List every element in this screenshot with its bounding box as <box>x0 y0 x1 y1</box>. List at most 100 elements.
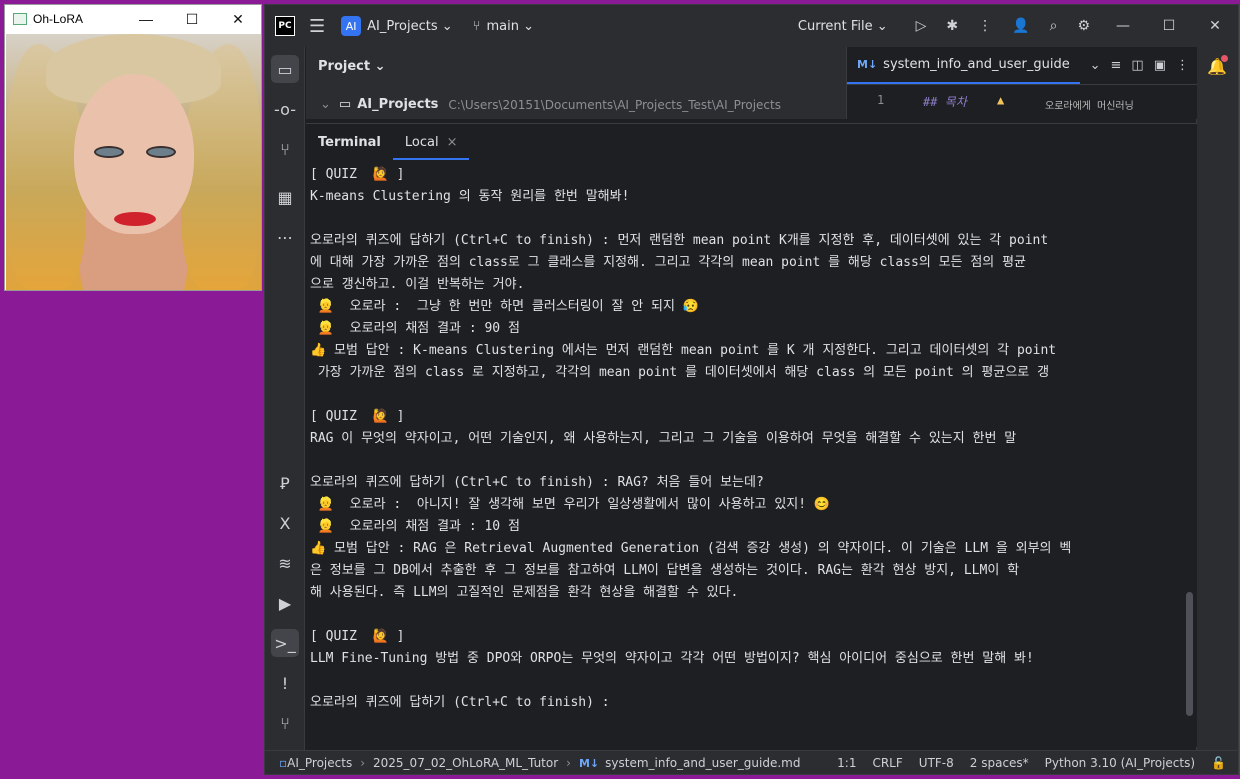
settings-gear-icon[interactable]: ⚙ <box>1077 18 1090 34</box>
branch-selector[interactable]: main ⌄ <box>486 19 534 34</box>
project-selector[interactable]: AI_Projects ⌄ <box>367 19 453 34</box>
preview-icon[interactable]: ▣ <box>1154 58 1166 73</box>
main-menu-icon[interactable]: ☰ <box>309 16 325 37</box>
line-code: ## 목차 <box>923 95 967 109</box>
terminal-line: K-means Clustering 의 동작 원리를 한번 말해봐! <box>310 189 630 204</box>
layers-icon[interactable]: ≋ <box>271 549 299 577</box>
ide-minimize-button[interactable]: — <box>1100 18 1146 34</box>
folder-icon: ▭ <box>338 97 352 112</box>
preview-text: 오로라에게 머신러닝 <box>1045 101 1134 112</box>
terminal-line: [ QUIZ 🙋 ] <box>310 167 405 182</box>
editor-panel: M↓ system_info_and_user_guide ⌄ ≡ ◫ ▣ ⋮ … <box>846 47 1197 119</box>
caret-position[interactable]: 1:1 <box>837 756 856 770</box>
main-toolbar: PC ☰ AI AI_Projects ⌄ ⑂ main ⌄ Current F… <box>265 5 1238 47</box>
project-folder-icon[interactable]: ▭ <box>271 55 299 83</box>
warning-icon[interactable]: ▲ <box>997 93 1004 107</box>
breadcrumb-folder[interactable]: 2025_07_02_OhLoRA_ML_Tutor <box>373 756 558 770</box>
terminal-icon[interactable]: >_ <box>271 629 299 657</box>
chevron-down-icon[interactable]: ⌄ <box>320 97 331 112</box>
git-branch-icon: ⑂ <box>472 18 481 34</box>
terminal-line: 👱 오로라의 채점 결과 : 90 점 <box>310 321 520 336</box>
portrait-image <box>6 34 261 290</box>
terminal-line: LLM Fine-Tuning 방법 중 DPO와 ORPO는 무엇의 약자이고… <box>310 651 1034 666</box>
editor-tab-label: system_info_and_user_guide <box>883 57 1070 72</box>
terminal-line: RAG 이 무엇의 약자이고, 어떤 기술인지, 왜 사용하는지, 그리고 그 … <box>310 431 1017 446</box>
terminal-line: 가장 가까운 점의 class 로 지정하고, 각각의 mean point 를… <box>310 365 1050 380</box>
terminal-tabs: Terminal Local × <box>306 124 1197 160</box>
ide-maximize-button[interactable]: ☐ <box>1146 18 1192 34</box>
breadcrumb-project[interactable]: ▫AI_Projects <box>279 756 352 770</box>
excel-icon[interactable]: X <box>271 509 299 537</box>
minimize-button[interactable]: — <box>123 5 169 33</box>
tabs-dropdown-icon[interactable]: ⌄ <box>1090 58 1101 73</box>
ide-close-button[interactable]: ✕ <box>1192 18 1238 34</box>
terminal-line: 오로라의 퀴즈에 답하기 (Ctrl+C to finish) : RAG? 처… <box>310 475 764 490</box>
ohlora-window: Oh-LoRA — ☐ ✕ <box>4 4 262 291</box>
maximize-button[interactable]: ☐ <box>169 5 215 33</box>
left-toolbar: ▭ -o- ⑂ ▦ ⋯ Ꝑ X ≋ ▶ >_ ! ⑂ <box>265 47 305 750</box>
project-root-path: C:\Users\20151\Documents\AI_Projects_Tes… <box>448 97 781 112</box>
ohlora-titlebar: Oh-LoRA — ☐ ✕ <box>5 5 261 33</box>
pull-requests-icon[interactable]: ⑂ <box>271 135 299 163</box>
commit-icon[interactable]: -o- <box>271 95 299 123</box>
more-actions-icon[interactable]: ⋮ <box>978 18 992 34</box>
project-panel: Project ⌄ ⌄ ▭ AI_Projects C:\Users\20151… <box>306 47 846 119</box>
terminal-line: 👍 모범 답안 : RAG 은 Retrieval Augmented Gene… <box>310 541 1072 556</box>
line-separator[interactable]: CRLF <box>872 756 902 770</box>
python-console-icon[interactable]: Ꝑ <box>271 469 299 497</box>
debug-icon[interactable]: ✱ <box>946 18 958 34</box>
notification-dot <box>1221 55 1228 62</box>
add-user-icon[interactable]: 👤 <box>1012 18 1029 34</box>
indent-setting[interactable]: 2 spaces* <box>970 756 1029 770</box>
app-icon <box>13 13 27 25</box>
run-config-selector[interactable]: Current File ⌄ <box>798 19 888 34</box>
editor-only-icon[interactable]: ≡ <box>1111 58 1122 73</box>
editor-more-icon[interactable]: ⋮ <box>1176 58 1189 73</box>
python-interpreter[interactable]: Python 3.10 (AI_Projects) <box>1045 756 1195 770</box>
close-button[interactable]: ✕ <box>215 5 261 33</box>
terminal-line: 해 사용된다. 즉 LLM의 고질적인 문제점을 환각 현상을 해결할 수 있다… <box>310 585 739 600</box>
tab-local[interactable]: Local × <box>392 135 470 160</box>
terminal-line: 👍 모범 답안 : K-means Clustering 에서는 먼저 랜덤한 … <box>310 343 1057 358</box>
project-panel-header[interactable]: Project ⌄ <box>318 59 386 74</box>
terminal-line: 👱 오로라 : 아니지! 잘 생각해 보면 우리가 일상생활에서 많이 사용하고… <box>310 497 831 512</box>
project-root-row[interactable]: ⌄ ▭ AI_Projects C:\Users\20151\Documents… <box>320 97 781 112</box>
terminal-line: [ QUIZ 🙋 ] <box>310 629 405 644</box>
git-icon[interactable]: ⑂ <box>271 709 299 737</box>
terminal-line: 으로 갱신하고. 이걸 반복하는 거야. <box>310 277 525 292</box>
terminal-line: 에 대해 가장 가까운 점의 class로 그 클래스를 지정해. 그리고 각각… <box>310 255 1027 270</box>
project-selector-label: AI_Projects <box>367 18 438 34</box>
terminal-output[interactable]: [ QUIZ 🙋 ] K-means Clustering 의 동작 원리를 한번… <box>310 164 1181 747</box>
split-view-icon[interactable]: ◫ <box>1131 58 1143 73</box>
terminal-scrollbar[interactable] <box>1186 592 1193 716</box>
file-encoding[interactable]: UTF-8 <box>919 756 954 770</box>
markdown-file-icon: M↓ <box>857 58 878 71</box>
run-icon[interactable]: ▷ <box>916 18 927 34</box>
tab-local-label: Local <box>404 135 439 150</box>
services-icon[interactable]: ▶ <box>271 589 299 617</box>
search-icon[interactable]: ⌕ <box>1050 18 1058 34</box>
markdown-file-icon: M↓ <box>578 756 600 770</box>
structure-icon[interactable]: ▦ <box>271 183 299 211</box>
terminal-line: [ QUIZ 🙋 ] <box>310 409 405 424</box>
terminal-panel: Terminal Local × [ QUIZ 🙋 ] K-means Cluste… <box>306 123 1197 747</box>
ide-window: PC ☰ AI AI_Projects ⌄ ⑂ main ⌄ Current F… <box>264 4 1239 775</box>
right-toolbar: 🔔 <box>1196 47 1238 750</box>
editor-tab-file[interactable]: M↓ system_info_and_user_guide <box>847 47 1080 84</box>
line-number: 1 <box>877 93 885 107</box>
terminal-line: 👱 오로라의 채점 결과 : 10 점 <box>310 519 520 534</box>
lock-icon[interactable]: 🔓 <box>1211 756 1226 770</box>
terminal-title: Terminal <box>318 135 381 150</box>
breadcrumb-file[interactable]: M↓ system_info_and_user_guide.md <box>579 756 801 770</box>
terminal-line: 👱 오로라 : 그냥 한 번만 하면 클러스터링이 잘 안 되지 😥 <box>310 299 699 314</box>
more-tools-icon[interactable]: ⋯ <box>271 223 299 251</box>
close-tab-icon[interactable]: × <box>447 135 458 150</box>
run-config-label: Current File <box>797 18 873 34</box>
ohlora-title: Oh-LoRA <box>33 12 84 26</box>
problems-icon[interactable]: ! <box>271 669 299 697</box>
